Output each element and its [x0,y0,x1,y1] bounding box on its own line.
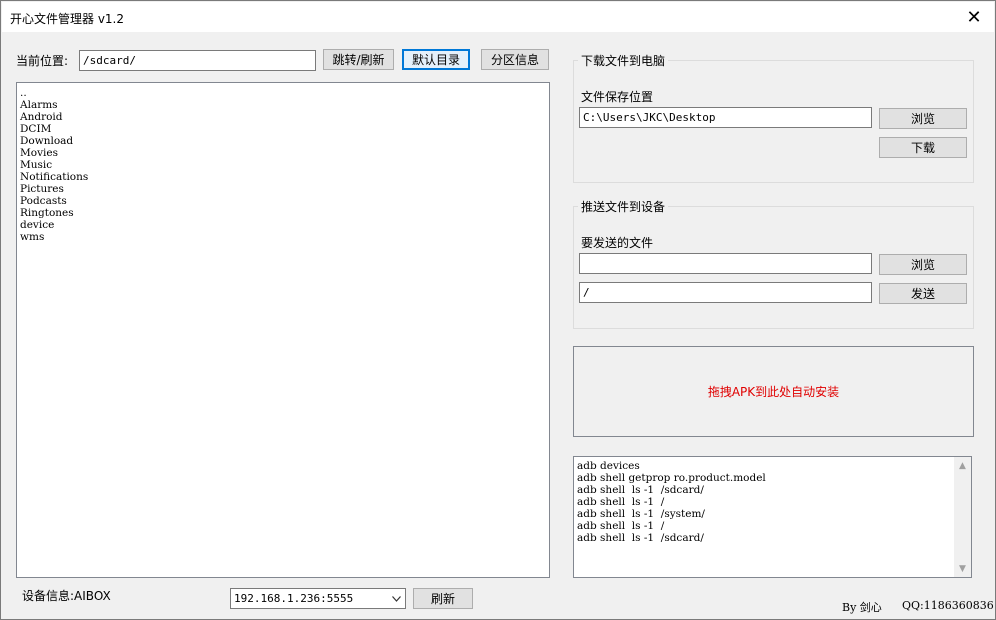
log-line: adb devices [577,460,640,472]
log-line: adb shell ls -1 /sdcard/ [577,484,704,496]
chevron-down-icon[interactable] [387,589,405,608]
save-location-label: 文件保存位置 [581,90,654,104]
current-location-label: 当前位置: [16,54,69,68]
device-refresh-button[interactable]: 刷新 [413,588,473,609]
log-line: adb shell ls -1 / [577,520,665,532]
scroll-up-icon[interactable]: ▲ [954,457,971,474]
file-list-item[interactable]: Download [20,135,546,147]
file-to-send-input[interactable] [579,253,872,274]
file-list-item[interactable]: device [20,219,546,231]
device-address-select[interactable]: 192.168.1.236:5555 [230,588,406,609]
log-line: adb shell ls -1 / [577,496,665,508]
file-list-item[interactable]: Music [20,159,546,171]
log-line: adb shell getprop ro.product.model [577,472,766,484]
command-log[interactable]: adb devices adb shell getprop ro.product.… [573,456,972,578]
download-button[interactable]: 下载 [879,137,967,158]
file-to-send-label: 要发送的文件 [581,236,654,250]
send-button[interactable]: 发送 [879,283,967,304]
path-input[interactable]: /sdcard/ [79,50,316,71]
close-button[interactable]: ✕ [954,2,994,32]
qq-contact: QQ:1186360836 [902,599,994,612]
file-list-item[interactable]: Podcasts [20,195,546,207]
file-listbox[interactable]: .. Alarms Android DCIM Download Movies Music No… [16,82,550,578]
download-group-title: 下载文件到电脑 [578,52,669,69]
log-line: adb shell ls -1 /system/ [577,508,705,520]
log-lines: adb devices adb shell getprop ro.product.… [577,460,951,544]
device-info-label: 设备信息:AIBOX [22,589,111,603]
device-address-value: 192.168.1.236:5555 [234,592,354,605]
download-browse-button[interactable]: 浏览 [879,108,967,129]
file-list-item[interactable]: Pictures [20,183,546,195]
window-title: 开心文件管理器 v1.2 [10,12,125,26]
save-path-input[interactable]: C:\Users\JKC\Desktop [579,107,872,128]
push-browse-button[interactable]: 浏览 [879,254,967,275]
title-bar: 开心文件管理器 v1.2 ✕ [2,2,994,32]
file-list-item[interactable]: wms [20,231,546,243]
default-directory-button[interactable]: 默认目录 [402,49,470,70]
file-list-item[interactable]: Alarms [20,99,546,111]
push-group-title: 推送文件到设备 [578,198,669,215]
file-list-item[interactable]: Android [20,111,546,123]
scroll-down-icon[interactable]: ▼ [954,560,971,577]
file-list-item[interactable]: Notifications [20,171,546,183]
file-list-item[interactable]: DCIM [20,123,546,135]
log-scrollbar[interactable]: ▲ ▼ [954,457,971,577]
close-icon: ✕ [966,6,982,28]
app-window: 开心文件管理器 v1.2 ✕ 当前位置: /sdcard/ 跳转/刷新 默认目录… [0,0,996,620]
author-credit: By 剑心 [842,601,882,614]
apk-drop-zone[interactable]: 拖拽APK到此处自动安装 [573,346,974,437]
apk-drop-text: 拖拽APK到此处自动安装 [707,385,840,399]
file-list-item[interactable]: Movies [20,147,546,159]
goto-refresh-button[interactable]: 跳转/刷新 [323,49,394,70]
log-line: adb shell ls -1 /sdcard/ [577,532,704,544]
target-path-input[interactable]: / [579,282,872,303]
partition-info-button[interactable]: 分区信息 [481,49,549,70]
file-list-item[interactable]: Ringtones [20,207,546,219]
file-list-item[interactable]: .. [20,87,546,99]
